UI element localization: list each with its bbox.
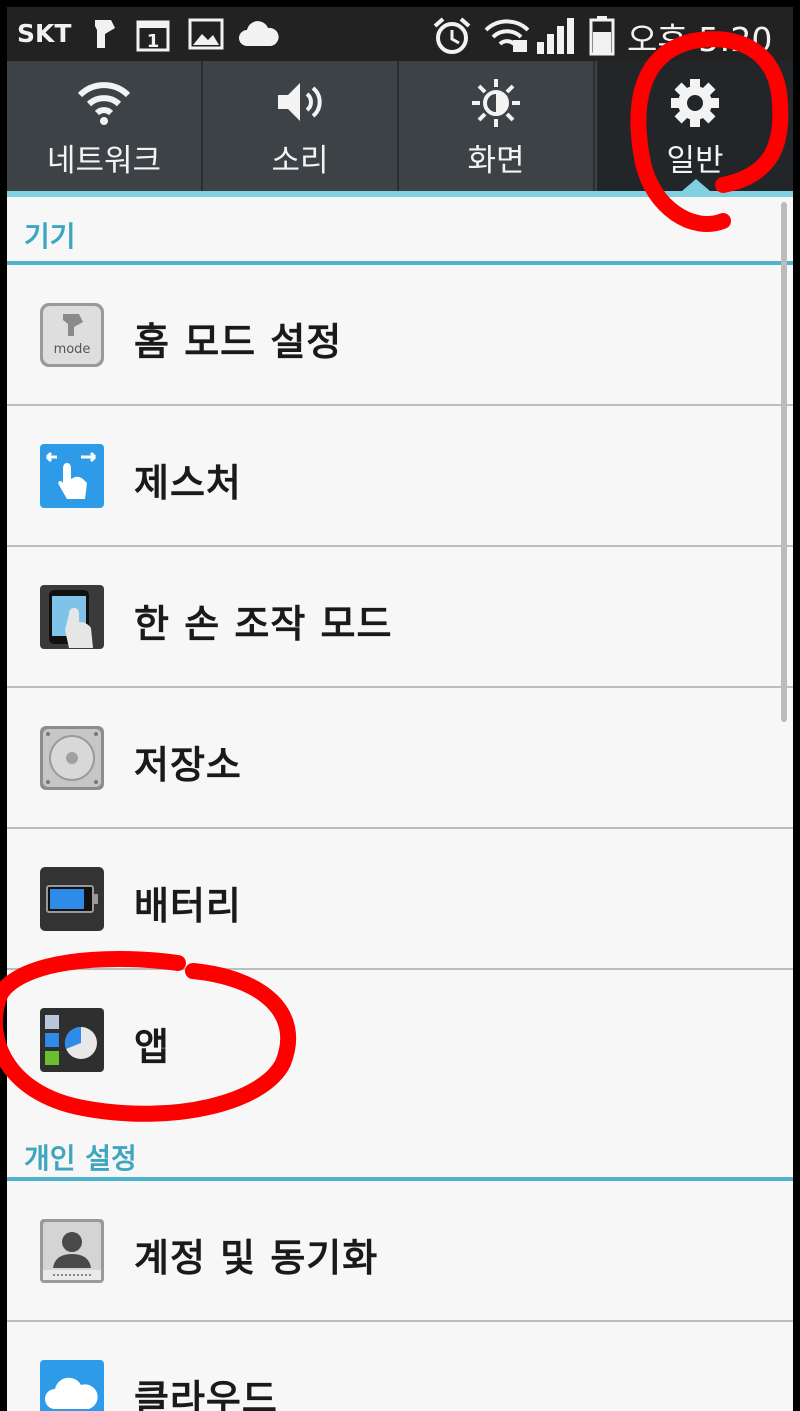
tab-network[interactable]: 네트워크	[7, 61, 203, 191]
section-header-personal: 개인 설정	[7, 1113, 793, 1181]
section-header-device: 기기	[7, 197, 793, 265]
speaker-icon	[278, 83, 322, 121]
gallery-icon	[188, 18, 224, 50]
list-item-label: 계정 및 동기화	[134, 1236, 379, 1280]
list-item-battery[interactable]: 배터리	[7, 829, 793, 970]
list-item-label: 클라우드	[134, 1377, 278, 1411]
list-item-storage[interactable]: 저장소	[7, 688, 793, 829]
tab-indicator-arrow	[682, 179, 710, 191]
list-item-label: 저장소	[134, 743, 242, 787]
battery-icon	[40, 867, 104, 931]
status-bar: SKT 1 오후 5:20	[7, 7, 793, 61]
calendar-icon: 1	[136, 20, 170, 52]
svg-text:mode: mode	[54, 342, 91, 357]
signal-icon	[537, 18, 574, 54]
section-title: 기기	[24, 220, 76, 253]
home-mode-icon: mode	[40, 303, 104, 367]
tab-display[interactable]: 화면	[399, 61, 595, 191]
settings-tabs: 네트워크 소리 화면 일반	[7, 61, 793, 191]
tab-general-label: 일반	[666, 143, 724, 179]
alarm-icon	[433, 17, 471, 54]
gesture-icon	[40, 444, 104, 508]
tab-general[interactable]: 일반	[597, 61, 793, 191]
brightness-icon	[472, 79, 520, 127]
wifi-icon	[77, 82, 131, 125]
account-icon	[40, 1219, 104, 1283]
tmap-icon	[95, 20, 115, 48]
one-hand-icon	[40, 585, 104, 649]
tab-display-label: 화면	[467, 143, 525, 179]
list-item-label: 배터리	[134, 884, 242, 928]
list-item-label: 한 손 조작 모드	[134, 602, 393, 646]
storage-icon	[40, 726, 104, 790]
clock: 오후 5:20	[627, 20, 773, 59]
list-item-cloud[interactable]: 클라우드	[7, 1322, 793, 1411]
list-item-label: 앱	[134, 1025, 170, 1069]
tab-sound[interactable]: 소리	[203, 61, 399, 191]
list-item-label: 홈 모드 설정	[134, 320, 343, 364]
list-item-account-sync[interactable]: 계정 및 동기화	[7, 1181, 793, 1322]
list-item-label: 제스처	[134, 461, 242, 505]
list-item-gesture[interactable]: 제스처	[7, 406, 793, 547]
list-item-home-mode[interactable]: mode 홈 모드 설정	[7, 265, 793, 406]
tab-sound-label: 소리	[271, 143, 329, 179]
svg-text:1: 1	[147, 31, 160, 52]
section-title: 개인 설정	[24, 1142, 137, 1175]
list-item-apps[interactable]: 앱	[7, 970, 793, 1111]
battery-status-icon	[589, 16, 615, 56]
cloud-icon	[40, 1360, 104, 1411]
tab-network-label: 네트워크	[46, 143, 162, 179]
carrier-name: SKT	[17, 19, 72, 48]
apps-icon	[40, 1008, 104, 1072]
wifi-status-icon	[484, 19, 530, 52]
scrollbar[interactable]	[781, 202, 787, 722]
cloud-status-icon	[239, 21, 279, 46]
list-item-one-hand[interactable]: 한 손 조작 모드	[7, 547, 793, 688]
gear-icon	[671, 79, 719, 127]
settings-screen: SKT 1 오후 5:20 네트워크 소리 화면 일반 기기 mode 홈 모드…	[7, 7, 793, 1411]
